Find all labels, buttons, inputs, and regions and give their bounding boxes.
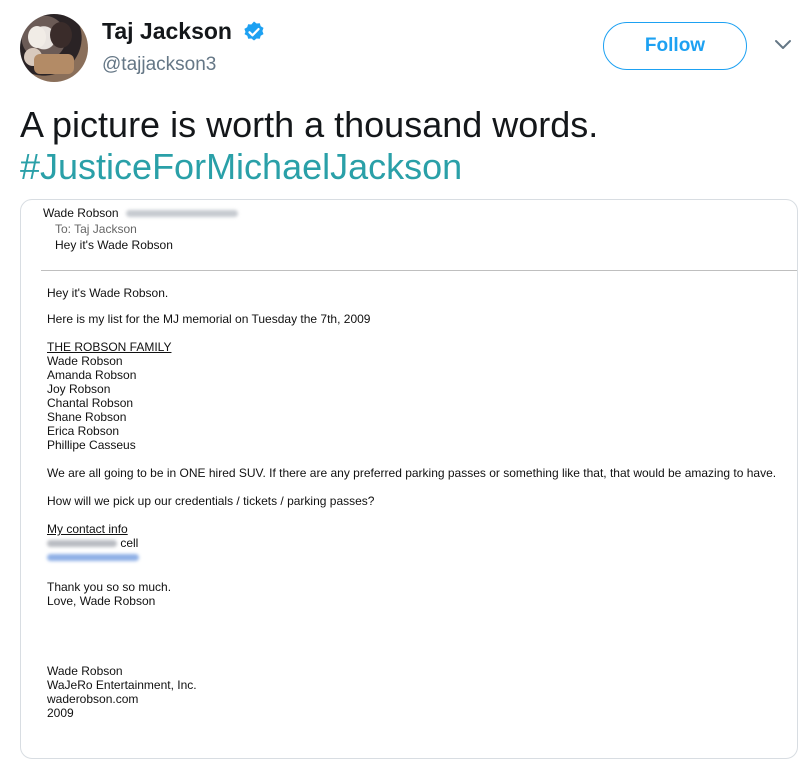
redacted-contact-email [47,554,139,562]
family-member: Wade Robson [47,354,123,368]
hashtag-link[interactable]: #JusticeForMichaelJackson [20,146,598,188]
suv-note: We are all going to be in ONE hired SUV.… [47,466,777,480]
family-member: Amanda Robson [47,368,137,382]
verified-badge-icon [244,21,264,41]
family-member: Erica Robson [47,424,120,438]
family-member: Shane Robson [47,410,127,424]
email-image-card[interactable]: Wade Robson To: Taj Jackson Hey it's Wad… [20,199,798,759]
signature-line: WaJeRo Entertainment, Inc. [47,678,197,692]
family-member: Joy Robson [47,382,111,396]
email-thanks: Thank you so so much. [47,580,172,594]
avatar-detail [28,26,46,48]
credentials-question: How will we pick up our credentials / ti… [47,494,375,508]
contact-heading: My contact info [47,522,128,536]
follow-button[interactable]: Follow [603,22,747,70]
email-intro: Here is my list for the MJ memorial on T… [47,312,371,326]
redacted-email-address [125,210,238,218]
redacted-phone [47,540,117,548]
email-subject: Hey it's Wade Robson [55,238,173,252]
signature-line: waderobson.com [47,692,139,706]
contact-email [47,550,139,564]
email-greeting: Hey it's Wade Robson. [47,286,169,300]
email-divider [41,270,797,271]
avatar-detail [50,22,72,48]
tweet-body: A picture is worth a thousand words. [20,104,599,145]
family-member: Phillipe Casseus [47,438,136,452]
signature-line: Wade Robson [47,664,123,678]
family-heading: THE ROBSON FAMILY [47,340,172,354]
family-member: Chantal Robson [47,396,134,410]
cell-label: cell [120,536,139,550]
display-name[interactable]: Taj Jackson [102,18,232,45]
signature-line: 2009 [47,706,74,720]
avatar-detail [34,54,74,74]
email-signoff: Love, Wade Robson [47,594,156,608]
profile-avatar[interactable] [20,14,88,82]
tweet-text: A picture is worth a thousand words. #Ju… [20,104,598,188]
email-to: To: Taj Jackson [55,222,137,236]
email-from-name: Wade Robson [43,206,119,220]
email-from: Wade Robson [43,206,238,220]
chevron-down-icon[interactable] [774,38,792,52]
user-handle[interactable]: @tajjackson3 [102,54,216,76]
contact-phone: cell [47,536,138,550]
